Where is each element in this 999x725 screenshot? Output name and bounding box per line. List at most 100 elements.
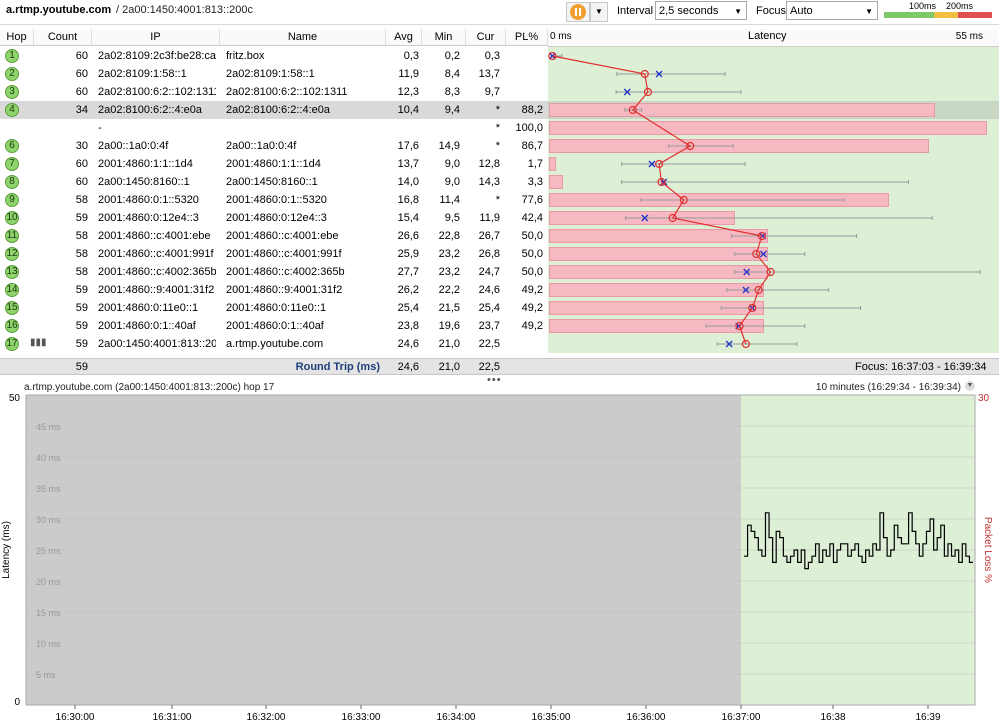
hop-cur: 24,6 (478, 284, 500, 296)
hop-cur: * (495, 140, 500, 152)
hop-avg: 26,2 (397, 284, 419, 296)
hop-count: 58 (75, 266, 88, 278)
hop-row[interactable]: 6 30 2a00::1a0:0:4f 2a00::1a0:0:4f 17,6 14,9 *… (0, 137, 548, 155)
hop-row[interactable]: 13 58 2001:4860::c:4002:365b 2001:4860::c:4… (0, 263, 548, 281)
column-header-min[interactable]: Min (422, 29, 466, 46)
hop-status-icon: 4 (5, 103, 19, 117)
hop-row[interactable]: 10 59 2001:4860:0:12e4::3 2001:4860:0:12e4:… (0, 209, 548, 227)
hop-min: 9,0 (444, 176, 460, 188)
x-axis-label: 16:35:00 (532, 712, 571, 723)
summary-footer: 59 Round Trip (ms) 24,6 21,0 22,5 Focus:… (0, 358, 999, 375)
pause-button[interactable] (566, 2, 590, 22)
hop-row[interactable]: 14 59 2001:4860::9:4001:31f2 2001:4860::9:4… (0, 281, 548, 299)
column-header-cur[interactable]: Cur (466, 29, 506, 46)
hop-avg: 14,0 (397, 176, 419, 188)
column-header-plpct[interactable]: PL% (506, 29, 548, 46)
hop-packet-loss: 77,6 (521, 194, 543, 206)
y-axis-top: 50 (9, 393, 21, 404)
hop-count: 60 (75, 86, 88, 98)
hop-number: 4 (9, 104, 15, 115)
hop-row[interactable]: - * 100,0 (0, 119, 548, 137)
footer-cur: 22,5 (478, 361, 500, 373)
hop-name: 2001:4860:0:11e0::1 (226, 302, 327, 314)
hop-min: 8,4 (444, 68, 460, 80)
hop-avg: 13,7 (397, 158, 419, 170)
hop-number: 7 (9, 158, 15, 169)
chevron-down-icon: ▼ (865, 7, 873, 16)
x-axis-label: 16:33:00 (342, 712, 381, 723)
x-axis-label: 16:38 (820, 712, 845, 723)
hop-cur: * (495, 122, 500, 134)
hop-avg: 15,4 (397, 212, 419, 224)
target-host: a.rtmp.youtube.com (6, 4, 112, 16)
focus-select[interactable]: Auto ▼ (786, 1, 878, 20)
interval-select[interactable]: 2,5 seconds ▼ (655, 1, 747, 20)
hop-row[interactable]: 3 60 2a02:8100:6:2::102:1311 2a02:8100:6:2:… (0, 83, 548, 101)
hop-min: 8,3 (444, 86, 460, 98)
hop-cur: 0,3 (484, 50, 500, 62)
hop-avg: 0,3 (403, 50, 419, 62)
hop-name: 2001:4860::c:4001:991f (226, 248, 342, 260)
footer-count: 59 (75, 361, 88, 373)
hop-number: 11 (6, 230, 18, 241)
hop-cur: 12,8 (478, 158, 500, 170)
hop-row[interactable]: 7 60 2001:4860:1:1::1d4 2001:4860:1:1::1d4 1… (0, 155, 548, 173)
hop-row[interactable]: 17 ▮▮▮ 59 2a00:1450:4001:813::200 a.rtmp.you… (0, 335, 548, 353)
footer-min: 21,0 (438, 361, 460, 373)
hop-cur: 25,4 (478, 302, 500, 314)
hop-name: 2001:4860:0:1::5320 (226, 194, 327, 206)
hop-row[interactable]: 16 59 2001:4860:0:1::40af 2001:4860:0:1::40… (0, 317, 548, 335)
footer-focus-range: Focus: 16:37:03 - 16:39:34 (855, 361, 987, 373)
pause-icon (570, 4, 586, 20)
hop-row[interactable]: 12 58 2001:4860::c:4001:991f 2001:4860::c:4… (0, 245, 548, 263)
latency-title: Latency (748, 30, 787, 42)
hop-row[interactable]: 9 58 2001:4860:0:1::5320 2001:4860:0:1::532… (0, 191, 548, 209)
hop-number: 12 (6, 248, 18, 259)
hop-row[interactable]: 4 34 2a02:8100:6:2::4:e0a 2a02:8100:6:2::4:… (0, 101, 548, 119)
x-axis-label: 16:32:00 (247, 712, 286, 723)
target-ip: / 2a00:1450:4001:813::200c (116, 4, 254, 16)
hop-count: 59 (75, 212, 88, 224)
hop-number: 15 (6, 302, 18, 313)
hop-row[interactable]: 8 60 2a00:1450:8160::1 2a00:1450:8160::1 14,… (0, 173, 548, 191)
hop-row[interactable]: 11 58 2001:4860::c:4001:ebe 2001:4860::c:40… (0, 227, 548, 245)
focus-value: Auto (790, 5, 813, 17)
latency-min-label: 0 ms (550, 31, 572, 42)
column-header-avg[interactable]: Avg (386, 29, 422, 46)
hop-number: 2 (9, 68, 15, 79)
y-grid-label: 40 ms (36, 453, 61, 463)
hop-min: 0,2 (444, 50, 460, 62)
hop-min: 9,0 (444, 158, 460, 170)
hop-number: 8 (9, 176, 15, 187)
hop-count: 30 (75, 140, 88, 152)
column-header-name[interactable]: Name (220, 29, 386, 46)
hop-packet-loss: 3,3 (527, 176, 543, 188)
hop-min: 23,2 (438, 248, 460, 260)
hop-row[interactable]: 1 60 2a02:8109:2c3f:be28:ca0 fritz.box 0,3 0,… (0, 47, 548, 65)
column-header-count[interactable]: Count (34, 29, 92, 46)
hop-ip: 2a02:8100:6:2::4:e0a (98, 104, 202, 116)
hop-row[interactable]: 15 59 2001:4860:0:11e0::1 2001:4860:0:11e0:… (0, 299, 548, 317)
hop-avg: 25,4 (397, 302, 419, 314)
hop-min: 14,9 (438, 140, 460, 152)
hop-avg: 24,6 (397, 338, 419, 350)
hop-cur: 24,7 (478, 266, 500, 278)
y-axis-label: Latency (ms) (1, 521, 12, 579)
hop-name: 2a02:8100:6:2::4:e0a (226, 104, 330, 116)
hop-count: 60 (75, 158, 88, 170)
hop-count: 59 (75, 302, 88, 314)
column-header-hop[interactable]: Hop (0, 29, 34, 46)
hop-min: 21,0 (438, 338, 460, 350)
hop-status-icon: 11 (5, 229, 19, 243)
hop-row[interactable]: 2 60 2a02:8109:1:58::1 2a02:8109:1:58::1 11,… (0, 65, 548, 83)
hop-avg: 11,9 (398, 68, 419, 80)
y2-axis-label: Packet Loss % (982, 517, 993, 583)
hop-name: 2001:4860:1:1::1d4 (226, 158, 321, 170)
pause-dropdown-button[interactable]: ▼ (590, 2, 608, 22)
column-header-ip[interactable]: IP (92, 29, 220, 46)
hop-min: 22,2 (438, 284, 460, 296)
hop-count: 58 (75, 248, 88, 260)
hop-ip: 2001:4860:0:1::5320 (98, 194, 199, 206)
hop-avg: 26,6 (397, 230, 419, 242)
y-grid-label: 20 ms (36, 577, 61, 587)
